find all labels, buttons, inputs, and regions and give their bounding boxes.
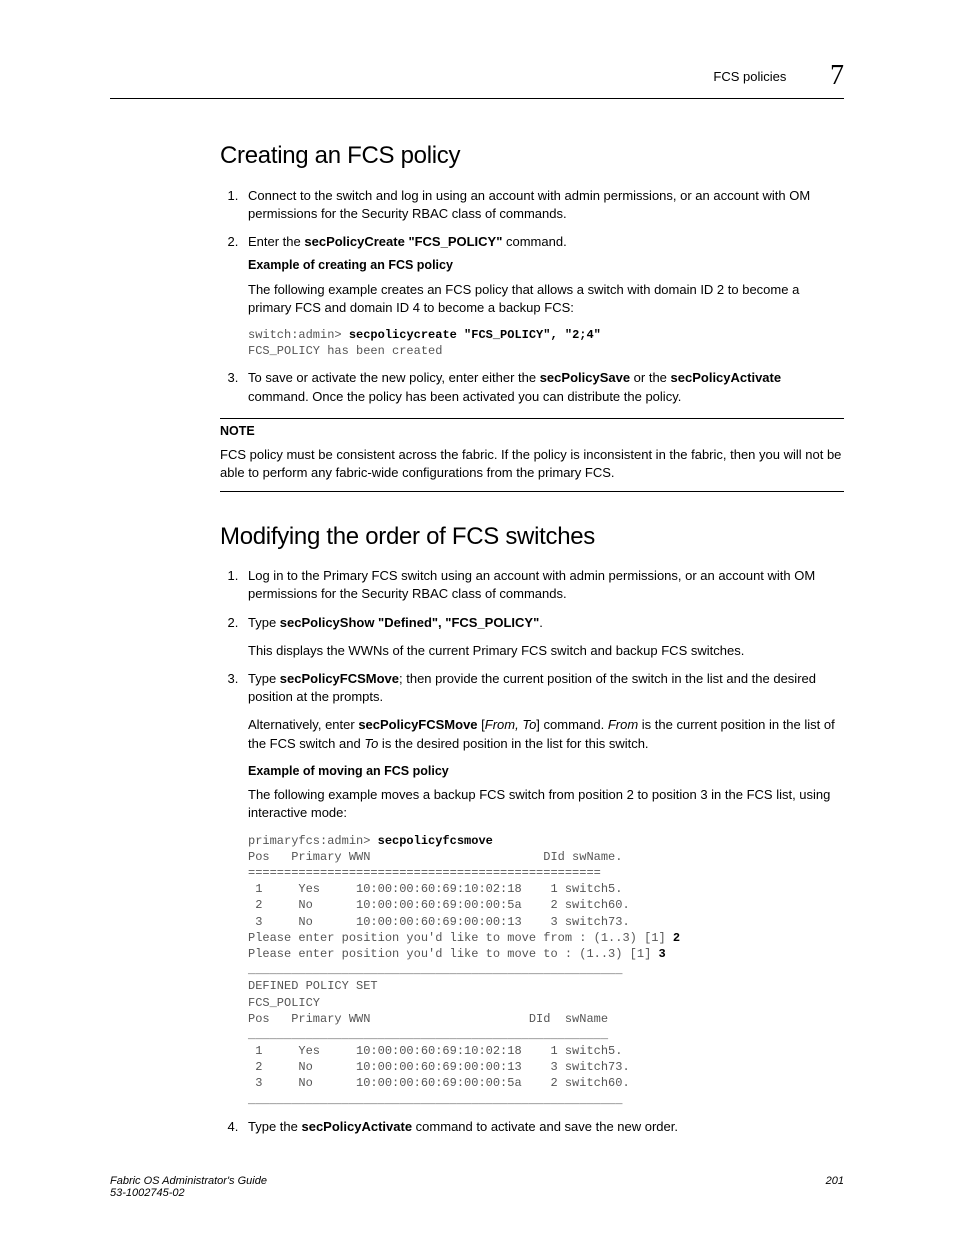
command-text: secPolicyActivate: [301, 1119, 412, 1134]
page-number: 201: [826, 1175, 844, 1199]
text: is the desired position in the list for …: [378, 736, 648, 751]
section-heading-creating: Creating an FCS policy: [220, 139, 844, 173]
step-text-pre: Type the: [248, 1119, 301, 1134]
command-text: secPolicyFCSMove: [358, 717, 477, 732]
running-header: FCS policies 7: [110, 60, 844, 92]
doc-number: 53-1002745-02: [110, 1187, 267, 1199]
code-command: secpolicyfcsmove: [378, 834, 493, 848]
footer-left: Fabric OS Administrator's Guide 53-10027…: [110, 1175, 267, 1199]
code-prompt: switch:admin>: [248, 328, 349, 342]
steps-list-1: Connect to the switch and log in using a…: [220, 187, 844, 406]
step-text-post: command. Once the policy has been activa…: [248, 389, 681, 404]
book-title: Fabric OS Administrator's Guide: [110, 1175, 267, 1187]
step-item: Type the secPolicyActivate command to ac…: [242, 1118, 844, 1136]
step-text-post: command to activate and save the new ord…: [412, 1119, 678, 1134]
header-rule: [110, 98, 844, 99]
step-description: This displays the WWNs of the current Pr…: [248, 642, 844, 660]
command-text: secPolicyShow "Defined", "FCS_POLICY": [280, 615, 539, 630]
step-text-post: .: [539, 615, 543, 630]
text: [: [478, 717, 485, 732]
steps-list-2: Log in to the Primary FCS switch using a…: [220, 567, 844, 1136]
example-heading: Example of creating an FCS policy: [248, 257, 844, 275]
arg-text: From, To: [485, 717, 537, 732]
code-body: ________________________________________…: [248, 963, 630, 1107]
code-input: 2: [673, 931, 680, 945]
step-item: Enter the secPolicyCreate "FCS_POLICY" c…: [242, 233, 844, 359]
step-item: Connect to the switch and log in using a…: [242, 187, 844, 223]
example-heading: Example of moving an FCS policy: [248, 763, 844, 781]
example-intro: The following example moves a backup FCS…: [248, 786, 844, 822]
note-rule-top: [220, 418, 844, 419]
text: Alternatively, enter: [248, 717, 358, 732]
step-text-pre: Type: [248, 671, 280, 686]
command-text: secPolicyFCSMove: [280, 671, 399, 686]
step-text: Connect to the switch and log in using a…: [248, 188, 810, 221]
note-rule-bottom: [220, 491, 844, 492]
section-heading-modifying: Modifying the order of FCS switches: [220, 520, 844, 554]
text: ] command.: [536, 717, 608, 732]
code-prompt: primaryfcs:admin>: [248, 834, 378, 848]
step-text-pre: Type: [248, 615, 280, 630]
code-body: Please enter position you'd like to move…: [248, 947, 658, 961]
code-body: Pos Primary WWN DId swName. ============…: [248, 850, 673, 945]
arg-text: From: [608, 717, 638, 732]
step-text-pre: To save or activate the new policy, ente…: [248, 370, 540, 385]
code-command: secpolicycreate "FCS_POLICY", "2;4": [349, 328, 601, 342]
note-body: FCS policy must be consistent across the…: [220, 446, 844, 482]
step-item: To save or activate the new policy, ente…: [242, 369, 844, 405]
page: FCS policies 7 Creating an FCS policy Co…: [0, 0, 954, 1235]
step-text-mid: or the: [630, 370, 670, 385]
step-item: Type secPolicyFCSMove; then provide the …: [242, 670, 844, 1108]
step-text: Log in to the Primary FCS switch using a…: [248, 568, 815, 601]
code-block: switch:admin> secpolicycreate "FCS_POLIC…: [248, 327, 844, 359]
example-intro: The following example creates an FCS pol…: [248, 281, 844, 317]
code-block: primaryfcs:admin> secpolicyfcsmove Pos P…: [248, 833, 844, 1108]
step-item: Log in to the Primary FCS switch using a…: [242, 567, 844, 603]
step-text-post: command.: [502, 234, 566, 249]
command-text: secPolicyActivate: [671, 370, 782, 385]
note-label: NOTE: [220, 423, 844, 441]
running-title: FCS policies: [713, 69, 786, 84]
page-footer: Fabric OS Administrator's Guide 53-10027…: [110, 1175, 844, 1199]
chapter-number: 7: [830, 60, 844, 91]
main-content: Creating an FCS policy Connect to the sw…: [220, 139, 844, 1136]
code-output: FCS_POLICY has been created: [248, 344, 442, 358]
command-text: secPolicyCreate "FCS_POLICY": [304, 234, 502, 249]
step-alt-text: Alternatively, enter secPolicyFCSMove [F…: [248, 716, 844, 752]
step-text-pre: Enter the: [248, 234, 304, 249]
code-input: 3: [658, 947, 665, 961]
arg-text: To: [364, 736, 378, 751]
step-item: Type secPolicyShow "Defined", "FCS_POLIC…: [242, 614, 844, 660]
command-text: secPolicySave: [540, 370, 630, 385]
